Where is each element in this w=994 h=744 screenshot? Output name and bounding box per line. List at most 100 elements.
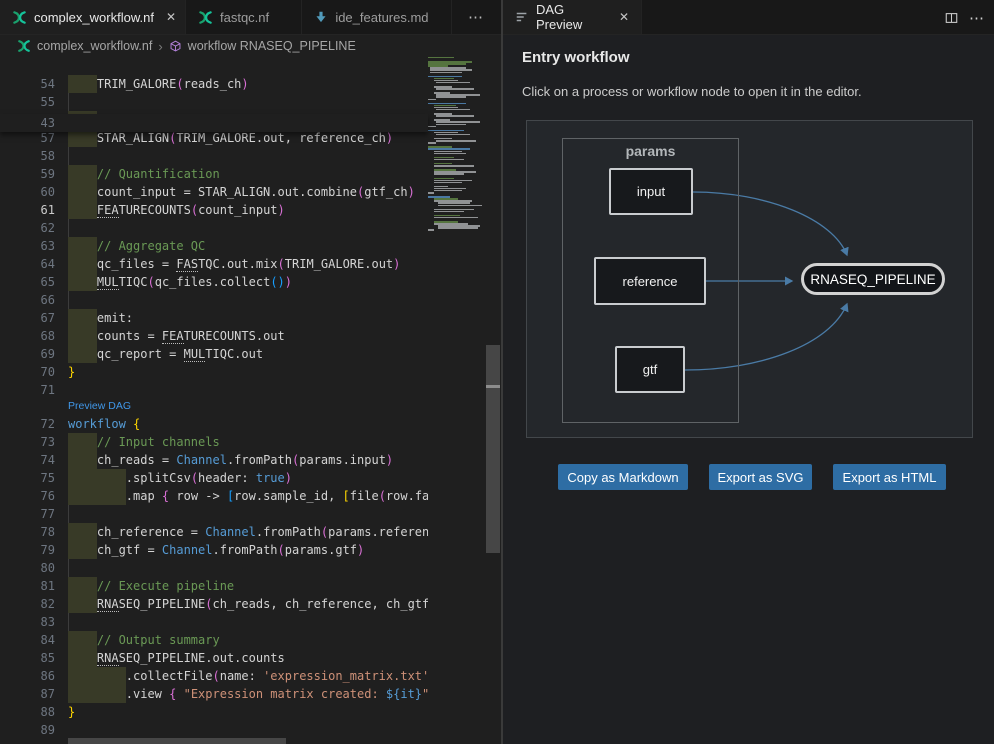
- params-cluster-label: params: [563, 143, 738, 159]
- code-line[interactable]: 74ch_reads = Channel.fromPath(params.inp…: [0, 451, 428, 469]
- code-token: TRIM_GALORE.out, reference_ch: [176, 131, 386, 145]
- code-line[interactable]: 82RNASEQ_PIPELINE(ch_reads, ch_reference…: [0, 595, 428, 613]
- code-line[interactable]: 55: [0, 93, 428, 111]
- code-token: row.sample_id,: [234, 489, 342, 503]
- code-token: // Input channels: [97, 435, 220, 449]
- code-line[interactable]: 69qc_report = MULTIQC.out: [0, 345, 428, 363]
- indent-highlight: [68, 649, 97, 667]
- node-gtf[interactable]: gtf: [615, 346, 685, 393]
- code-token: params.input: [299, 453, 386, 467]
- split-editor-icon[interactable]: [944, 11, 959, 25]
- line-number: 71: [0, 381, 55, 399]
- code-line[interactable]: 77: [0, 505, 428, 523]
- line-number: 73: [0, 433, 55, 451]
- export-as-html-button[interactable]: Export as HTML: [833, 464, 946, 490]
- scrollbar-vertical-thumb[interactable]: [486, 345, 500, 553]
- indent-highlight: [68, 667, 97, 685]
- code-token: ): [285, 275, 292, 289]
- close-icon[interactable]: ✕: [166, 11, 176, 23]
- code-line[interactable]: 84// Output summary: [0, 631, 428, 649]
- line-number: 88: [0, 703, 55, 721]
- code-token: .fromPath: [227, 453, 292, 467]
- more-actions-icon[interactable]: ⋯: [969, 9, 986, 27]
- code-line[interactable]: 58: [0, 147, 428, 165]
- code-line[interactable]: 81// Execute pipeline: [0, 577, 428, 595]
- indent-highlight: [97, 685, 126, 703]
- line-number: 85: [0, 649, 55, 667]
- code-line[interactable]: 89: [0, 721, 428, 739]
- code-line[interactable]: 78ch_reference = Channel.fromPath(params…: [0, 523, 428, 541]
- code-line[interactable]: 71: [0, 381, 428, 399]
- indent-highlight: [68, 595, 97, 613]
- code-line[interactable]: 83: [0, 613, 428, 631]
- codelens-link-preview-dag[interactable]: Preview DAG: [68, 400, 131, 412]
- code-token: TIQC.out: [205, 347, 263, 361]
- code-token: // Quantification: [97, 167, 220, 181]
- hint-underlined-token: RNA: [97, 651, 119, 666]
- code-line[interactable]: 75.splitCsv(header: true): [0, 469, 428, 487]
- code-token: }: [68, 705, 75, 719]
- code-line[interactable]: 67emit:: [0, 309, 428, 327]
- code-line[interactable]: 65MULTIQC(qc_files.collect()): [0, 273, 428, 291]
- breadcrumb-item-file[interactable]: complex_workflow.nf: [37, 39, 152, 53]
- export-as-svg-button[interactable]: Export as SVG: [709, 464, 812, 490]
- code-line[interactable]: 73 // Input channels: [0, 433, 428, 451]
- code-line[interactable]: 64qc_files = FASTQC.out.mix(TRIM_GALORE.…: [0, 255, 428, 273]
- code-line[interactable]: 88}: [0, 703, 428, 721]
- indent-highlight: [68, 469, 97, 487]
- tab-label: DAG Preview: [536, 2, 607, 32]
- breadcrumb-separator: ›: [158, 39, 162, 54]
- code-token: emit:: [97, 311, 133, 325]
- code-token: (: [205, 597, 212, 611]
- nextflow-icon: [17, 39, 31, 53]
- node-input[interactable]: input: [609, 168, 693, 215]
- code-line[interactable]: 60count_input = STAR_ALIGN.out.combine(g…: [0, 183, 428, 201]
- code-editor[interactable]: 54TRIM_GALORE(reads_ch)5556// Alignment5…: [0, 75, 428, 739]
- code-line[interactable]: 86.collectFile(name: 'expression_matrix.…: [0, 667, 428, 685]
- code-token: Channel: [162, 543, 213, 557]
- code-line[interactable]: 66: [0, 291, 428, 309]
- code-line[interactable]: 76.map { row -> [row.sample_id, [file(ro…: [0, 487, 428, 505]
- copy-as-markdown-button[interactable]: Copy as Markdown: [558, 464, 688, 490]
- code-line[interactable]: 79ch_gtf = Channel.fromPath(params.gtf): [0, 541, 428, 559]
- indent-highlight: [68, 165, 97, 183]
- node-reference[interactable]: reference: [594, 257, 706, 305]
- code-line[interactable]: 85RNASEQ_PIPELINE.out.counts: [0, 649, 428, 667]
- tab-complex-workflow[interactable]: complex_workflow.nf ✕: [0, 0, 186, 34]
- code-line[interactable]: 68counts = FEATURECOUNTS.out: [0, 327, 428, 345]
- line-number: 59: [0, 165, 55, 183]
- preview-icon: [515, 10, 529, 24]
- scrollbar-vertical[interactable]: [486, 0, 500, 744]
- nextflow-icon: [198, 10, 213, 25]
- code-line[interactable]: 61FEATURECOUNTS(count_input): [0, 201, 428, 219]
- sticky-scroll-line[interactable]: 43 workflow RNASEQ_PIPELINE {: [0, 114, 428, 132]
- code-line[interactable]: 72workflow {: [0, 415, 428, 433]
- code-line[interactable]: 87.view { "Expression matrix created: ${…: [0, 685, 428, 703]
- code-line[interactable]: 70}: [0, 363, 428, 381]
- hint-underlined-token: FEA: [97, 203, 119, 218]
- code-token: qc_files =: [97, 257, 176, 271]
- code-line[interactable]: 59 // Quantification: [0, 165, 428, 183]
- line-number: 82: [0, 595, 55, 613]
- breadcrumb-item-symbol[interactable]: workflow RNASEQ_PIPELINE: [188, 39, 356, 53]
- code-line[interactable]: 62: [0, 219, 428, 237]
- line-number: 77: [0, 505, 55, 523]
- code-token: name:: [220, 669, 263, 683]
- tab-ide-features[interactable]: ide_features.md: [302, 0, 452, 34]
- scrollbar-horizontal-thumb[interactable]: [68, 738, 286, 744]
- node-rnaseq-pipeline[interactable]: RNASEQ_PIPELINE: [801, 263, 945, 295]
- tab-dag-preview[interactable]: DAG Preview ✕: [503, 0, 642, 34]
- code-line[interactable]: 54TRIM_GALORE(reads_ch): [0, 75, 428, 93]
- close-icon[interactable]: ✕: [619, 11, 629, 23]
- code-token: (: [147, 275, 154, 289]
- code-line[interactable]: 63// Aggregate QC: [0, 237, 428, 255]
- tab-fastqc[interactable]: fastqc.nf: [186, 0, 302, 34]
- code-line[interactable]: 80: [0, 559, 428, 577]
- code-token: counts =: [97, 329, 162, 343]
- indent-highlight: [68, 327, 97, 345]
- code-token: true: [256, 471, 285, 485]
- indent-guide: [68, 559, 97, 577]
- minimap[interactable]: [428, 57, 486, 257]
- code-token: 'expression_matrix.txt': [263, 669, 428, 683]
- code-token: (: [278, 543, 285, 557]
